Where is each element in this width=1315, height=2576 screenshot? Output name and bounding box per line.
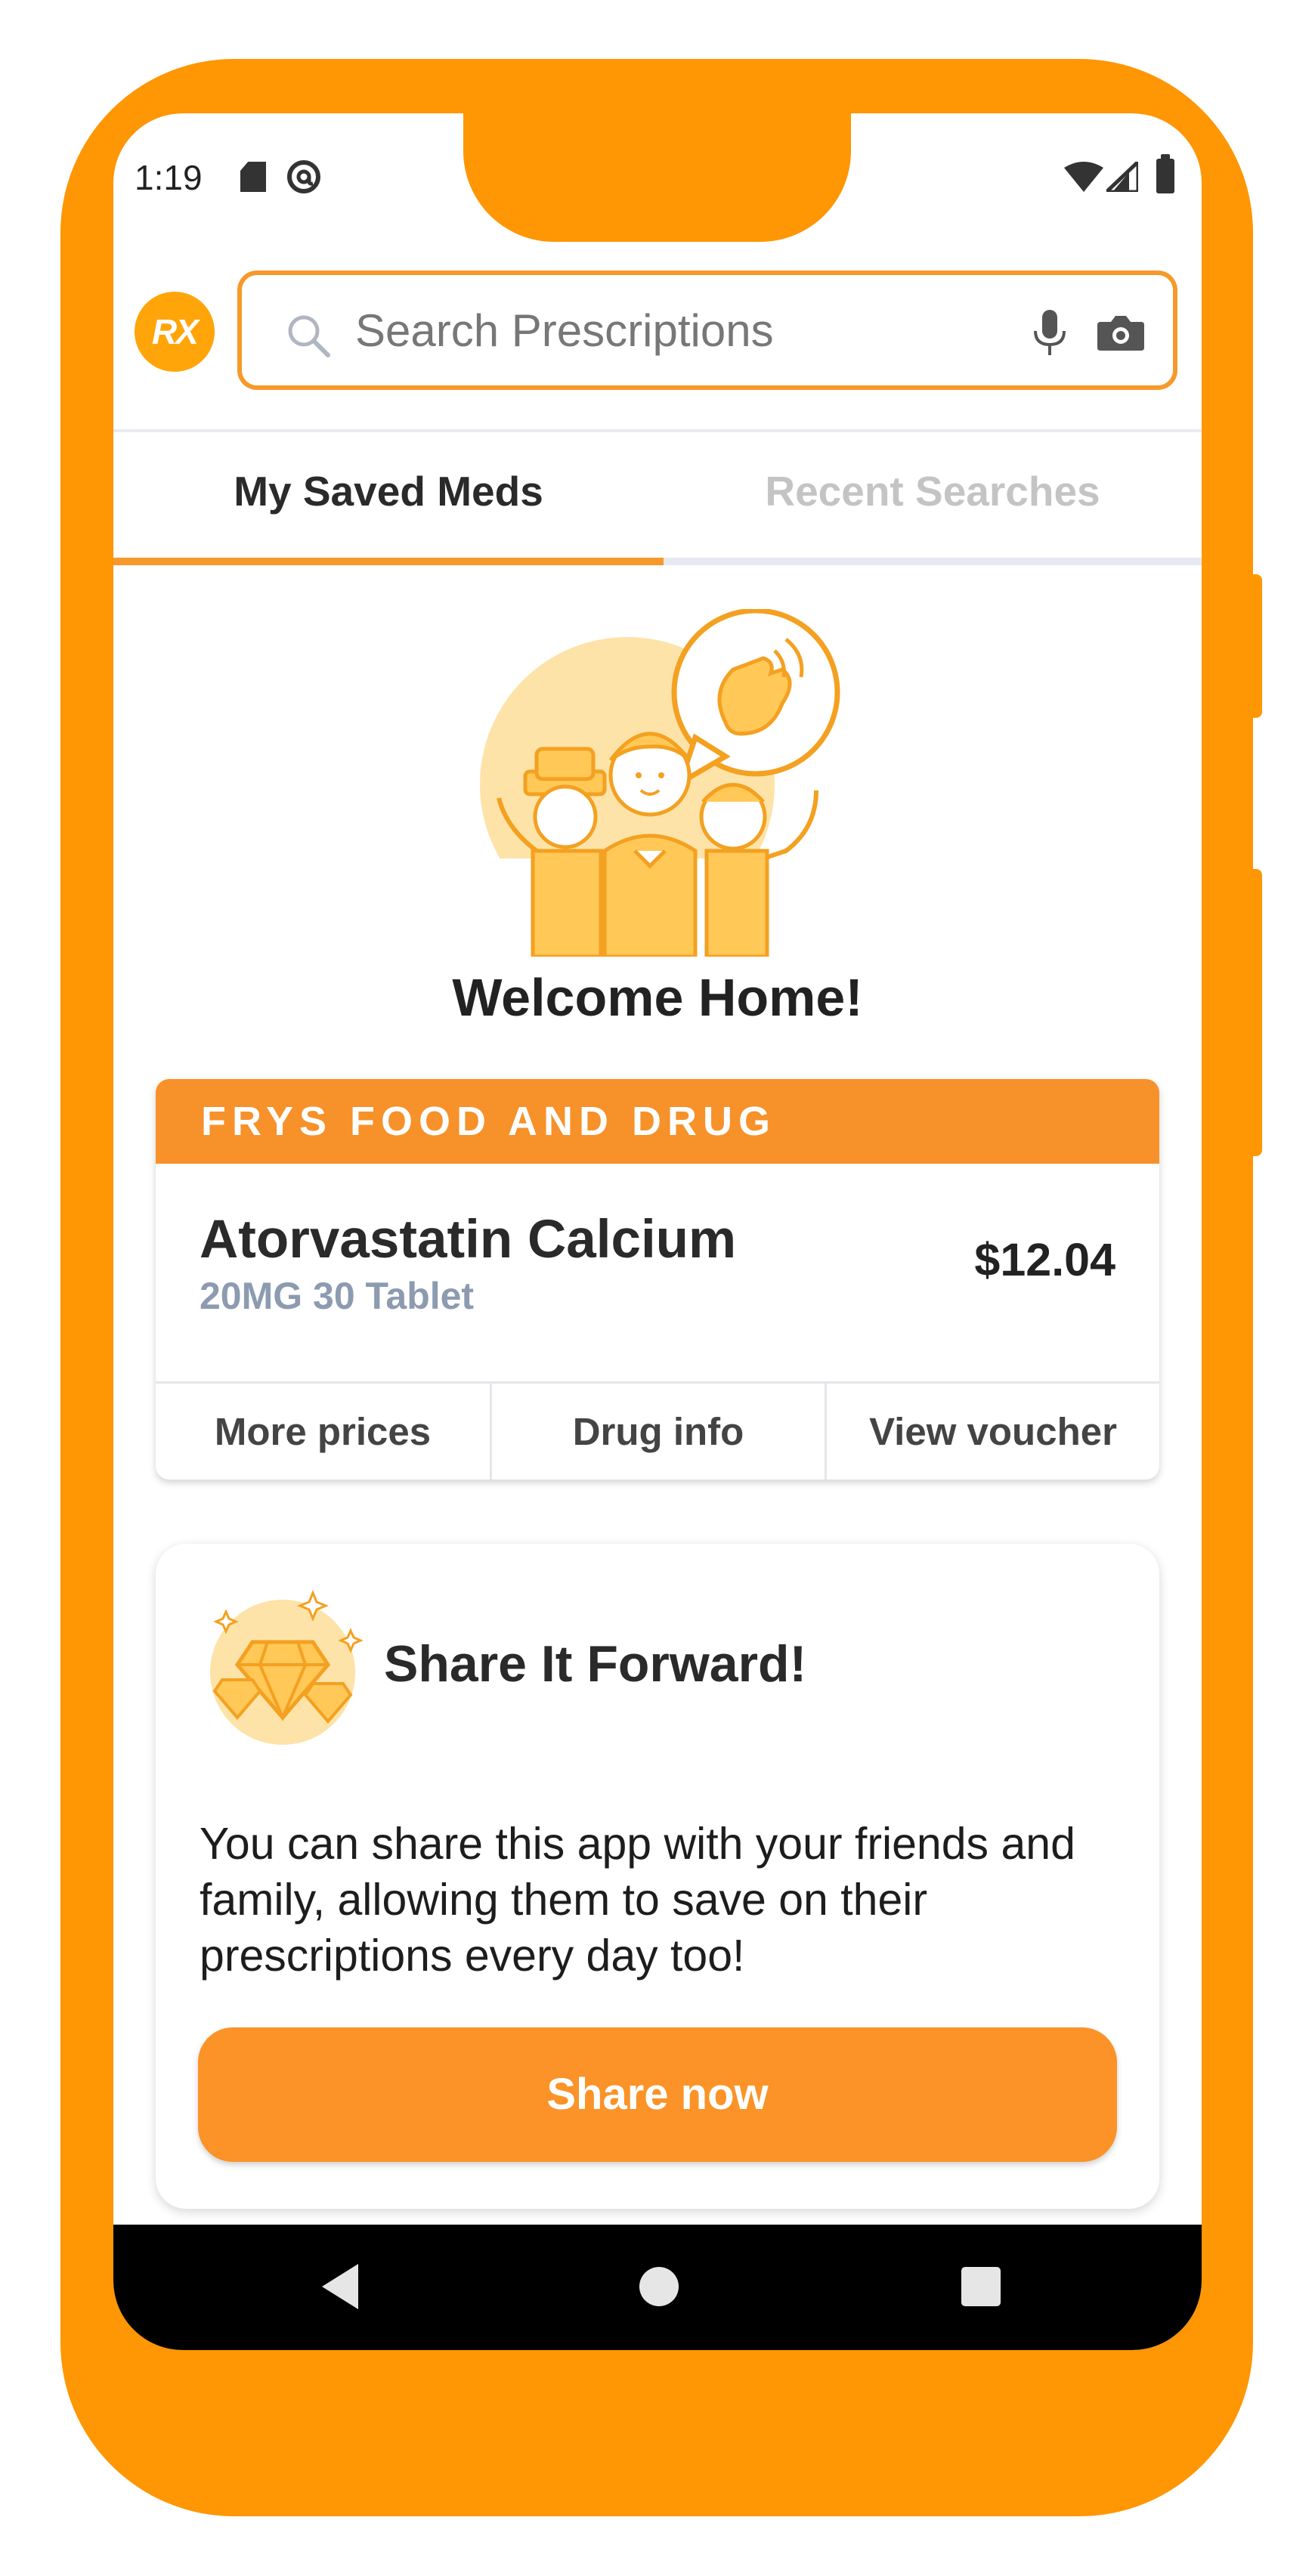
active-tab-indicator [113, 558, 664, 565]
camera-notch [463, 113, 851, 242]
view-voucher-button[interactable]: View voucher [827, 1384, 1159, 1480]
sd-card-icon [240, 162, 266, 192]
more-prices-button[interactable]: More prices [156, 1384, 490, 1480]
power-button [1247, 574, 1262, 718]
status-time: 1:19 [135, 158, 203, 197]
tab-track [664, 558, 1202, 565]
navigation-bar [113, 2225, 1202, 2350]
search-icon [288, 315, 330, 357]
mic-icon[interactable] [1032, 308, 1067, 358]
nav-back-icon[interactable] [322, 2264, 358, 2309]
search-bar[interactable] [237, 271, 1177, 390]
tab-recent-searches[interactable]: Recent Searches [664, 461, 1202, 521]
share-now-button[interactable]: Share now [198, 2027, 1117, 2162]
header-divider [113, 429, 1202, 432]
battery-icon [1156, 154, 1174, 193]
welcome-title: Welcome Home! [452, 968, 863, 1027]
nav-home-icon[interactable] [639, 2267, 679, 2306]
drug-price: $12.04 [974, 1234, 1115, 1285]
tab-my-saved-meds[interactable]: My Saved Meds [113, 461, 664, 521]
pharmacy-name: FRYS FOOD AND DRUG [156, 1079, 1159, 1164]
wifi-icon [1064, 162, 1103, 192]
drug-name[interactable]: Atorvastatin Calcium [200, 1209, 736, 1270]
phone-screen: 1:19 RX My Saved Meds Recent Se [113, 113, 1202, 2350]
share-card: Share It Forward! You can share this app… [156, 1544, 1159, 2209]
camera-icon[interactable] [1096, 313, 1146, 352]
app-logo[interactable]: RX [135, 292, 215, 372]
at-sign-icon [287, 160, 320, 193]
gems-icon [210, 1590, 364, 1745]
nav-recent-icon[interactable] [961, 2267, 1001, 2306]
volume-button [1247, 869, 1262, 1156]
search-input[interactable] [355, 304, 930, 357]
drug-info-button[interactable]: Drug info [492, 1384, 825, 1480]
signal-icon [1106, 162, 1138, 192]
drug-dosage: 20MG 30 Tablet [200, 1275, 475, 1317]
share-title: Share It Forward! [384, 1635, 807, 1693]
welcome-family-illustration [480, 609, 840, 957]
saved-med-card: FRYS FOOD AND DRUG Atorvastatin Calcium … [156, 1079, 1159, 1480]
share-description: You can share this app with your friends… [200, 1819, 1075, 1981]
